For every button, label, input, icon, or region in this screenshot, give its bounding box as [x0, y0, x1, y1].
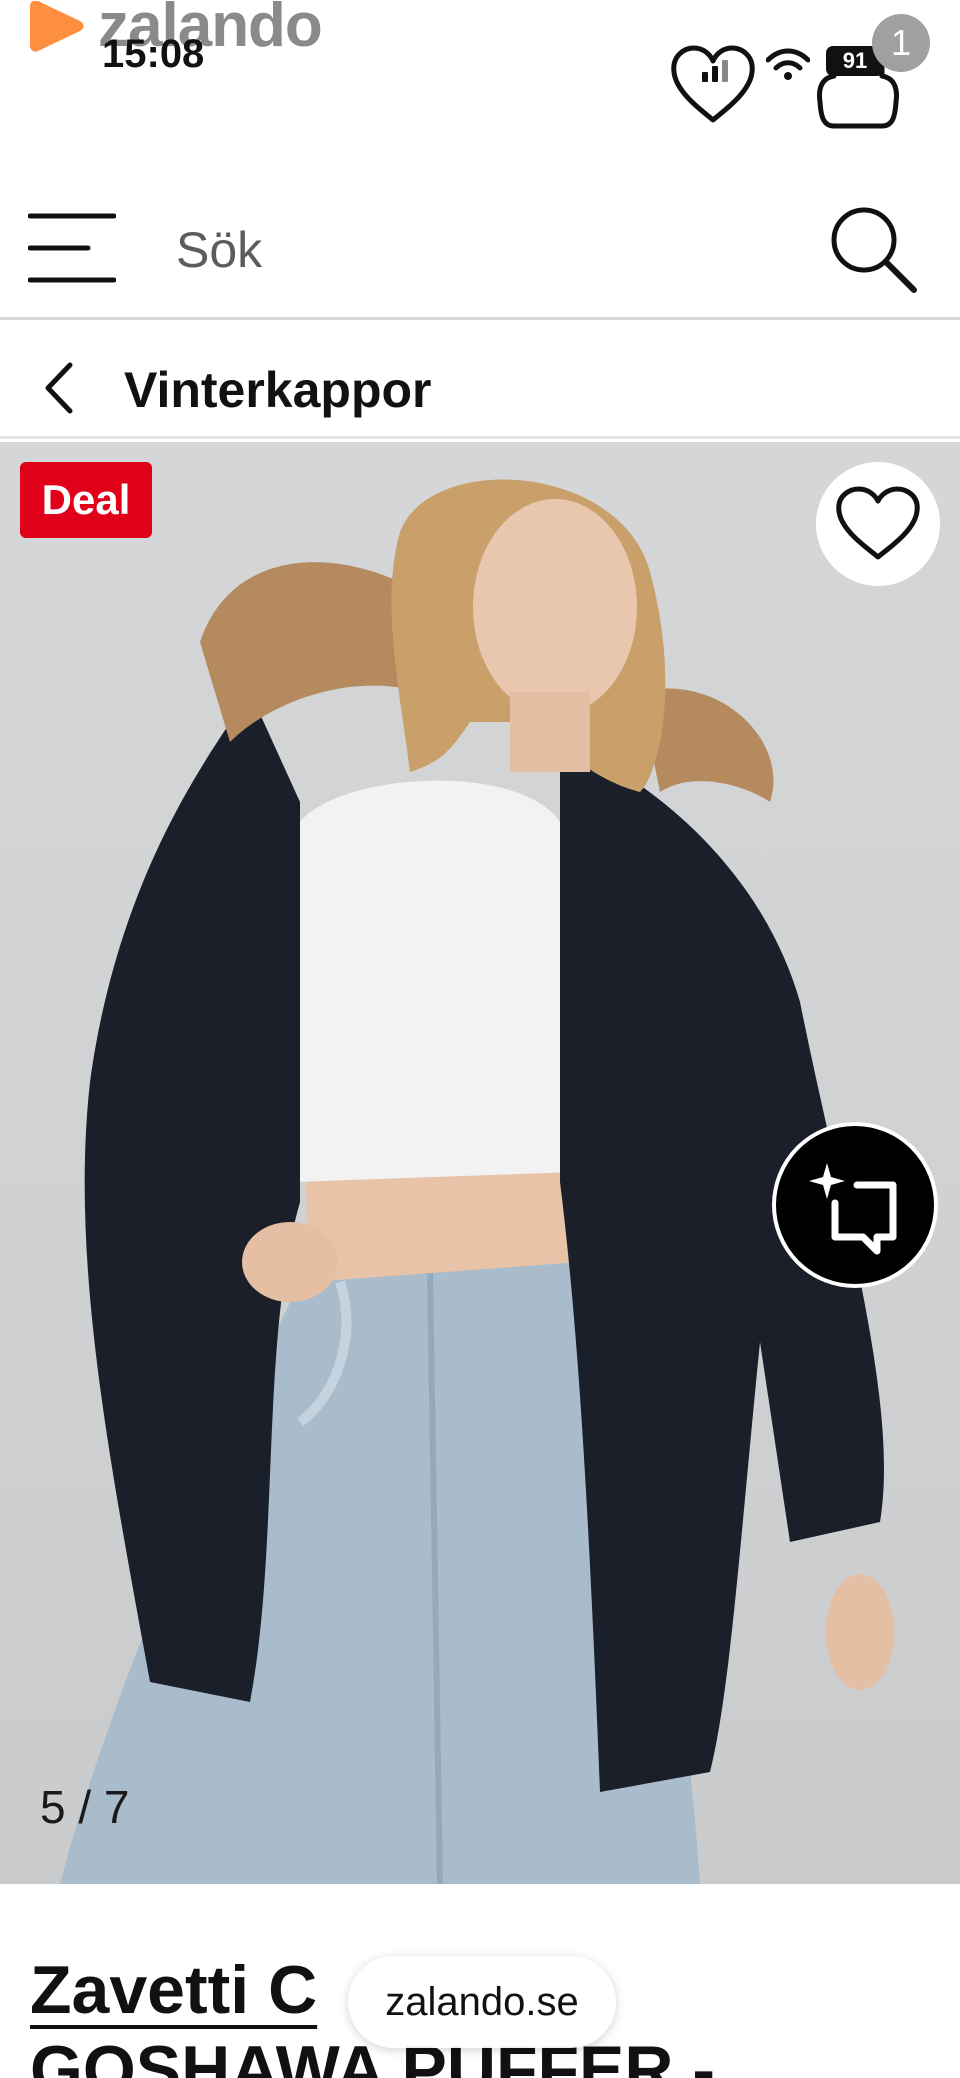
browser-url-pill[interactable]: zalando.se	[348, 1956, 616, 2048]
search-input[interactable]	[176, 218, 776, 282]
search-icon[interactable]	[826, 202, 918, 294]
deal-badge: Deal	[20, 462, 152, 538]
sparkle-chat-icon	[809, 1163, 897, 1255]
product-image-gallery[interactable]: Deal 5 / 7	[0, 442, 960, 1884]
breadcrumb: Vinterkappor	[0, 323, 960, 439]
favorite-button[interactable]	[816, 462, 940, 586]
image-counter: 5 / 7	[40, 1781, 130, 1833]
page-title: Vinterkappor	[124, 362, 432, 418]
heart-icon	[836, 486, 920, 560]
zalando-logo-mark-icon	[30, 1, 84, 52]
chevron-left-icon[interactable]	[40, 361, 80, 415]
wifi-icon	[766, 48, 810, 80]
hamburger-menu-icon[interactable]	[28, 206, 116, 290]
status-bar-time: 15:08	[102, 32, 205, 76]
heart-icon[interactable]	[668, 44, 758, 126]
app-header: zalando 15:08 91 1	[0, 0, 960, 160]
search-bar	[0, 188, 960, 320]
product-brand-link[interactable]: Zavetti C	[30, 1956, 317, 2024]
bag-count-badge: 1	[872, 14, 930, 72]
signal-icon	[702, 60, 728, 82]
ai-assistant-button[interactable]	[772, 1122, 938, 1288]
